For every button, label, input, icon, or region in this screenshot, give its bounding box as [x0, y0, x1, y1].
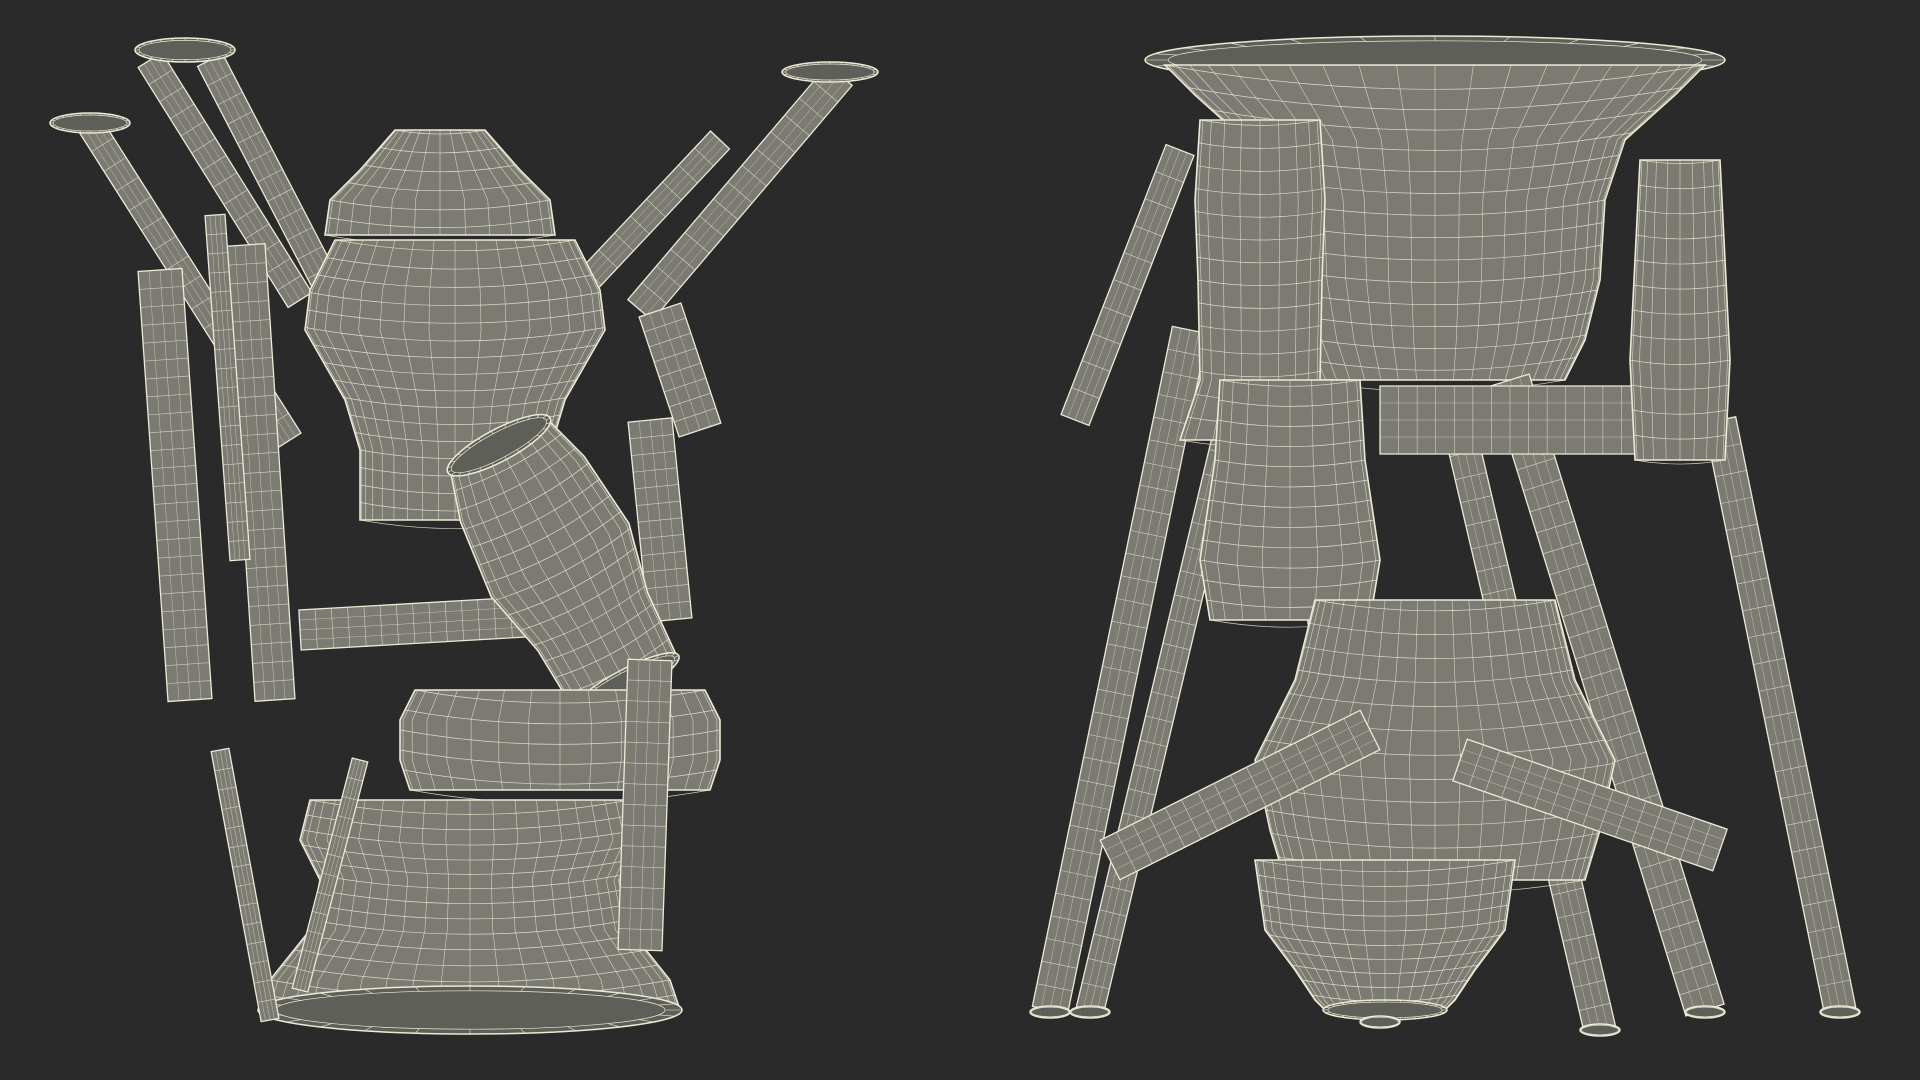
turbopump-dome	[324, 129, 556, 246]
ground-pad	[1359, 1015, 1401, 1029]
ground-pad	[1579, 1023, 1621, 1037]
engine-view-right	[960, 0, 1920, 1080]
ground-pad	[1684, 1005, 1726, 1019]
mount-pad	[781, 61, 879, 83]
engine-right-model	[1029, 35, 1861, 1037]
engine-left-assembly	[49, 37, 879, 1035]
ground-pad	[1069, 1005, 1111, 1019]
lower-nozzle	[1254, 859, 1516, 1016]
mount-pad	[49, 112, 131, 134]
render-viewport	[0, 0, 1920, 1080]
side-tank	[1629, 159, 1731, 465]
elbow-pipe	[1199, 379, 1381, 628]
mount-pad	[134, 37, 236, 63]
return-pipe	[638, 302, 722, 438]
engine-right-assembly	[1029, 35, 1861, 1037]
ground-pad	[1029, 1005, 1071, 1019]
actuator-leg	[137, 267, 213, 703]
nozzle-exit-flange	[257, 985, 683, 1035]
leg	[1703, 416, 1857, 1014]
cross-pipe	[1379, 385, 1641, 455]
engine-left-model	[49, 37, 879, 1035]
ground-pad	[1819, 1005, 1861, 1019]
lower-strut	[210, 747, 280, 1023]
side-pipe	[617, 658, 673, 952]
manifold-ring	[399, 689, 721, 804]
engine-view-left	[0, 0, 960, 1080]
